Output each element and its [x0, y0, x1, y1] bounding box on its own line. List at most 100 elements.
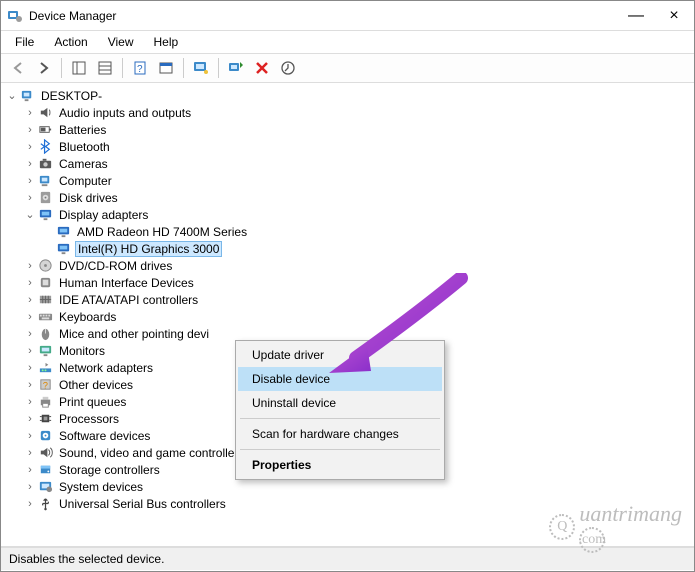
tree-root-row[interactable]: ⌄ DESKTOP-: [1, 87, 694, 104]
tree-category-row[interactable]: › Keyboards: [1, 308, 694, 325]
audio-icon: [37, 104, 54, 121]
hid-icon: [37, 274, 54, 291]
chevron-right-icon[interactable]: ›: [23, 362, 37, 374]
tree-category-label: IDE ATA/ATAPI controllers: [57, 293, 200, 307]
battery-icon: [37, 121, 54, 138]
tree-category-label: Software devices: [57, 429, 152, 443]
chevron-right-icon[interactable]: ›: [23, 447, 37, 459]
chevron-right-icon[interactable]: ›: [23, 158, 37, 170]
printer-icon: [37, 393, 54, 410]
menu-file[interactable]: File: [7, 33, 42, 51]
app-icon: [7, 8, 23, 24]
tree-category-label: Processors: [57, 412, 121, 426]
bluetooth-icon: [37, 138, 54, 155]
chevron-right-icon[interactable]: ›: [23, 328, 37, 340]
tree-category-label: Disk drives: [57, 191, 120, 205]
disk-icon: [37, 189, 54, 206]
chevron-right-icon[interactable]: ›: [23, 260, 37, 272]
uninstall-button[interactable]: [251, 57, 273, 79]
context-menu-item[interactable]: Properties: [238, 453, 442, 477]
chevron-right-icon[interactable]: ›: [23, 413, 37, 425]
tree-category-label: Other devices: [57, 378, 135, 392]
context-menu-separator: [240, 449, 440, 450]
window-controls: — ×: [622, 8, 688, 24]
menu-action[interactable]: Action: [46, 33, 95, 51]
chevron-right-icon[interactable]: ›: [23, 294, 37, 306]
tree-category-label: Network adapters: [57, 361, 155, 375]
menu-bar: File Action View Help: [1, 31, 694, 54]
forward-button[interactable]: [33, 57, 55, 79]
chevron-right-icon[interactable]: ›: [23, 124, 37, 136]
context-menu-item[interactable]: Update driver: [238, 343, 442, 367]
help-button[interactable]: ?: [129, 57, 151, 79]
ide-icon: [37, 291, 54, 308]
mouse-icon: [37, 325, 54, 342]
context-menu-item[interactable]: Uninstall device: [238, 391, 442, 415]
propsheet-button[interactable]: [155, 57, 177, 79]
tree-device-label: AMD Radeon HD 7400M Series: [75, 225, 249, 239]
menu-view[interactable]: View: [100, 33, 142, 51]
tree-category-row[interactable]: › Disk drives: [1, 189, 694, 206]
show-hide-tree-button[interactable]: [68, 57, 90, 79]
svg-text:?: ?: [43, 380, 48, 390]
sound-icon: [37, 444, 54, 461]
device-tree-pane[interactable]: ⌄ DESKTOP- › Audio inputs and outputs › …: [1, 83, 694, 547]
chevron-down-icon[interactable]: ⌄: [5, 89, 19, 102]
update-driver-button[interactable]: [277, 57, 299, 79]
scan-hardware-button[interactable]: [225, 57, 247, 79]
chevron-right-icon[interactable]: ›: [23, 396, 37, 408]
chevron-right-icon[interactable]: ›: [23, 379, 37, 391]
chevron-right-icon[interactable]: ›: [23, 311, 37, 323]
camera-icon: [37, 155, 54, 172]
tree-category-label: Universal Serial Bus controllers: [57, 497, 228, 511]
tree-category-label: DVD/CD-ROM drives: [57, 259, 174, 273]
chevron-right-icon[interactable]: ›: [23, 107, 37, 119]
chevron-right-icon[interactable]: ›: [23, 192, 37, 204]
tree-device-label: Intel(R) HD Graphics 3000: [75, 241, 222, 257]
chevron-right-icon[interactable]: ›: [23, 141, 37, 153]
chevron-right-icon[interactable]: ›: [23, 430, 37, 442]
tree-device-row[interactable]: Intel(R) HD Graphics 3000: [1, 240, 694, 257]
toolbar-separator: [183, 58, 184, 78]
close-button[interactable]: ×: [660, 8, 688, 24]
tree-category-row[interactable]: › Bluetooth: [1, 138, 694, 155]
tree-category-row[interactable]: › DVD/CD-ROM drives: [1, 257, 694, 274]
tree-category-label: Batteries: [57, 123, 108, 137]
toolbar-separator: [61, 58, 62, 78]
keyboard-icon: [37, 308, 54, 325]
chevron-right-icon[interactable]: ›: [23, 464, 37, 476]
display-icon: [55, 240, 72, 257]
tree-category-row[interactable]: ⌄ Display adapters: [1, 206, 694, 223]
toolbar-separator: [218, 58, 219, 78]
svg-text:?: ?: [137, 64, 143, 75]
context-menu-item[interactable]: Disable device: [238, 367, 442, 391]
watermark: Q uantrimang.com: [549, 501, 682, 553]
properties-button[interactable]: [94, 57, 116, 79]
tree-category-row[interactable]: › Cameras: [1, 155, 694, 172]
chevron-right-icon[interactable]: ›: [23, 498, 37, 510]
computer-icon-button[interactable]: [190, 57, 212, 79]
tree-category-label: Cameras: [57, 157, 110, 171]
chevron-right-icon[interactable]: ›: [23, 175, 37, 187]
chevron-down-icon[interactable]: ⌄: [23, 208, 37, 221]
tree-category-row[interactable]: › System devices: [1, 478, 694, 495]
menu-help[interactable]: Help: [146, 33, 187, 51]
tree-category-row[interactable]: › Computer: [1, 172, 694, 189]
tree-category-label: Monitors: [57, 344, 107, 358]
tree-category-row[interactable]: › IDE ATA/ATAPI controllers: [1, 291, 694, 308]
watermark-icon: Q: [549, 514, 575, 540]
title-bar: Device Manager — ×: [1, 1, 694, 31]
context-menu-item[interactable]: Scan for hardware changes: [238, 422, 442, 446]
tree-category-row[interactable]: › Human Interface Devices: [1, 274, 694, 291]
chevron-right-icon[interactable]: ›: [23, 481, 37, 493]
minimize-button[interactable]: —: [622, 8, 650, 24]
status-text: Disables the selected device.: [9, 552, 164, 566]
back-button[interactable]: [7, 57, 29, 79]
tree-device-row[interactable]: AMD Radeon HD 7400M Series: [1, 223, 694, 240]
context-menu-separator: [240, 418, 440, 419]
tree-category-label: Computer: [57, 174, 114, 188]
chevron-right-icon[interactable]: ›: [23, 345, 37, 357]
tree-category-row[interactable]: › Audio inputs and outputs: [1, 104, 694, 121]
tree-category-row[interactable]: › Batteries: [1, 121, 694, 138]
chevron-right-icon[interactable]: ›: [23, 277, 37, 289]
